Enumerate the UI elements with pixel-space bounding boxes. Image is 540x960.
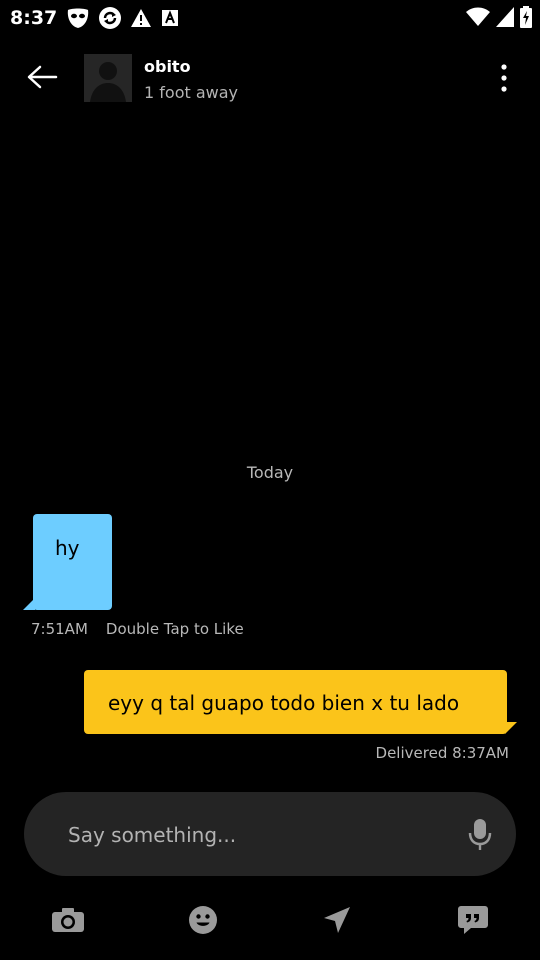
contact-distance: 1 foot away	[144, 83, 238, 102]
quick-replies-icon	[458, 906, 488, 934]
warning-icon	[130, 8, 152, 28]
notification-icons	[66, 6, 180, 30]
grindr-mask-icon	[66, 7, 90, 29]
camera-icon	[52, 908, 84, 932]
system-icons	[466, 6, 532, 28]
delivery-status: Delivered 8:37AM	[375, 744, 509, 762]
microphone-icon	[468, 819, 492, 850]
avatar[interactable]	[84, 54, 132, 102]
back-button[interactable]	[24, 62, 60, 92]
contact-name[interactable]: obito	[144, 57, 191, 76]
emoji-icon	[189, 906, 217, 934]
outgoing-bubble-tail	[505, 722, 517, 734]
arrow-left-icon	[27, 65, 58, 89]
status-bar: 8:37	[0, 0, 540, 36]
camera-button[interactable]	[50, 902, 86, 938]
signal-icon	[496, 7, 514, 27]
battery-icon	[520, 6, 532, 28]
incoming-message-time: 7:51AM	[31, 620, 88, 638]
message-input[interactable]	[66, 816, 450, 854]
voice-message-button[interactable]	[468, 818, 492, 852]
wifi-icon	[466, 7, 490, 27]
outgoing-message-bubble[interactable]: eyy q tal guapo todo bien x tu lado	[84, 670, 507, 734]
more-vertical-icon	[501, 64, 507, 92]
chat-toolbar	[0, 896, 540, 944]
incoming-message-bubble[interactable]: hy	[33, 514, 112, 610]
sync-icon	[98, 6, 122, 30]
double-tap-hint: Double Tap to Like	[105, 620, 244, 638]
send-location-button[interactable]	[319, 902, 355, 938]
location-arrow-icon	[324, 907, 350, 933]
incoming-message-text: hy	[55, 536, 80, 560]
incoming-message-meta: 7:51AM Double Tap to Like	[31, 620, 244, 638]
chat-header: obito 1 foot away	[0, 40, 540, 116]
font-icon	[160, 8, 180, 28]
date-divider: Today	[246, 463, 294, 482]
status-time: 8:37	[10, 7, 58, 29]
overflow-menu-button[interactable]	[494, 62, 514, 94]
message-composer	[24, 792, 516, 876]
emoji-button[interactable]	[185, 902, 221, 938]
outgoing-message-text: eyy q tal guapo todo bien x tu lado	[108, 691, 460, 715]
profile-silhouette-icon	[84, 54, 132, 102]
quick-replies-button[interactable]	[455, 902, 491, 938]
